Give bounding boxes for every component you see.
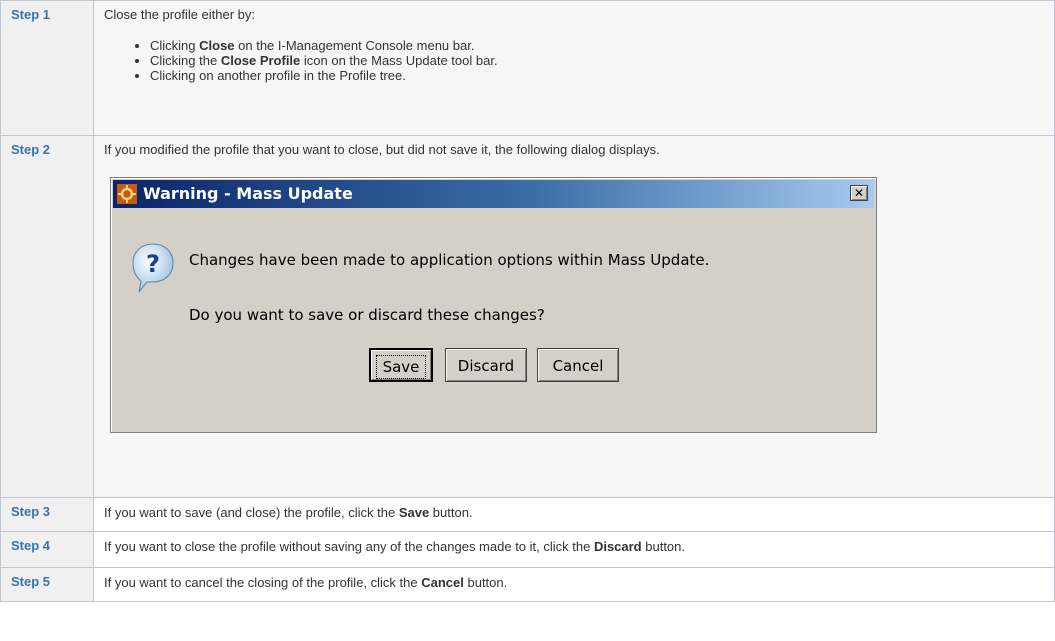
step-row-1: Step 1 Close the profile either by: Clic…: [0, 0, 1055, 136]
step-text: If you modified the profile that you wan…: [104, 142, 660, 157]
application-icon: [117, 184, 137, 204]
step-label: Step 1: [11, 7, 51, 22]
discard-button[interactable]: Discard: [445, 348, 527, 382]
cancel-button[interactable]: Cancel: [537, 348, 619, 382]
list-item: Clicking on another profile in the Profi…: [150, 68, 1054, 83]
step-label: Step 4: [11, 538, 51, 553]
step-row-2: Step 2 If you modified the profile that …: [0, 135, 1055, 498]
step-row-4: Step 4 If you want to close the profile …: [0, 531, 1055, 568]
step-row-5: Step 5 If you want to cancel the closing…: [0, 567, 1055, 602]
step-label: Step 2: [11, 142, 51, 157]
step-row-3: Step 3 If you want to save (and close) t…: [0, 497, 1055, 532]
step-text: Close the profile either by:: [104, 7, 256, 22]
step-label: Step 3: [11, 504, 51, 519]
dialog-question: Do you want to save or discard these cha…: [189, 306, 545, 324]
list-item: Clicking the Close Profile icon on the M…: [150, 53, 1054, 68]
warning-dialog: Warning - Mass Update ✕ ? Changes have b…: [110, 177, 877, 433]
list-item: Clicking Close on the I-Management Conso…: [150, 38, 1054, 53]
save-button[interactable]: Save: [369, 348, 433, 382]
step-text: If you want to close the profile without…: [104, 539, 686, 554]
dialog-titlebar[interactable]: Warning - Mass Update ✕: [113, 180, 874, 208]
bullet-list: Clicking Close on the I-Management Conso…: [94, 38, 1054, 83]
step-text: If you want to save (and close) the prof…: [104, 505, 473, 520]
dialog-title: Warning - Mass Update: [143, 184, 353, 203]
step-label: Step 5: [11, 574, 51, 589]
step-text: If you want to cancel the closing of the…: [104, 575, 508, 590]
svg-text:?: ?: [146, 250, 160, 278]
steps-table: Step 1 Close the profile either by: Clic…: [0, 0, 1055, 602]
close-icon[interactable]: ✕: [850, 185, 868, 201]
dialog-message: Changes have been made to application op…: [189, 251, 710, 269]
question-icon: ?: [132, 243, 174, 293]
